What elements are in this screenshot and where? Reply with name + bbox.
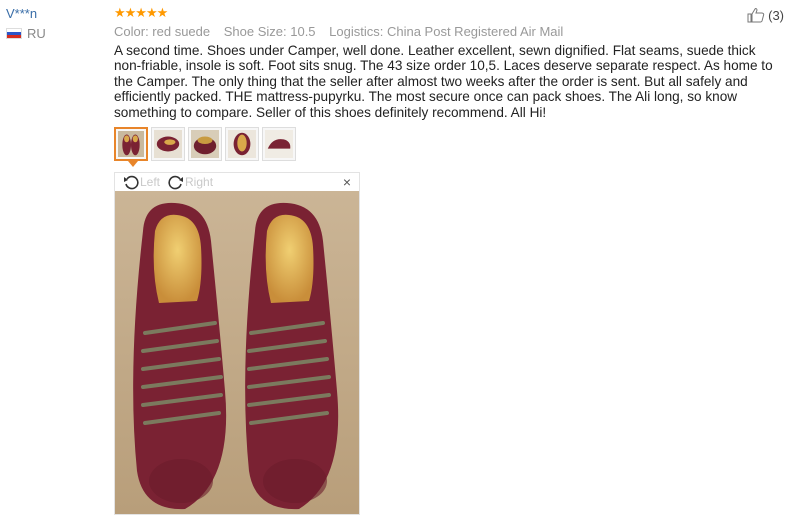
country-code: RU bbox=[27, 26, 46, 41]
shoe-thumbnail-image bbox=[191, 130, 219, 158]
star-rating: ★★★★★ bbox=[114, 5, 168, 20]
thumbnail-2[interactable] bbox=[151, 127, 185, 161]
likes-count: (3) bbox=[768, 7, 784, 23]
shoe-thumbnail-image bbox=[265, 130, 293, 158]
thumbnail-5[interactable] bbox=[262, 127, 296, 161]
viewer-toolbar: Left Right × bbox=[115, 173, 359, 190]
review-text: A second time. Shoes under Camper, well … bbox=[114, 43, 773, 120]
reviewer-country: RU bbox=[6, 26, 46, 41]
meta-logistics: Logistics: China Post Registered Air Mai… bbox=[329, 24, 564, 39]
thumbnail-1[interactable] bbox=[114, 127, 148, 167]
image-viewer: Left Right × bbox=[114, 172, 360, 515]
review-photo bbox=[115, 191, 359, 514]
rotate-left-icon bbox=[124, 175, 139, 189]
helpful-button[interactable]: (3) bbox=[747, 7, 784, 23]
reviewer-info: V***n RU bbox=[6, 6, 46, 41]
russia-flag-icon bbox=[6, 28, 22, 39]
rotate-left-button[interactable]: Left bbox=[123, 174, 160, 190]
rotate-left-label: Left bbox=[140, 174, 161, 189]
review-thumbnails bbox=[114, 127, 299, 167]
rotate-right-button[interactable]: Right bbox=[168, 174, 213, 190]
reviewer-name[interactable]: V***n bbox=[6, 6, 46, 21]
thumbnail-4[interactable] bbox=[225, 127, 259, 161]
review-block: ★★★★★ Color: red suede Shoe Size: 10.5 L… bbox=[114, 6, 780, 120]
review-meta: Color: red suede Shoe Size: 10.5 Logisti… bbox=[114, 24, 780, 39]
close-viewer-button[interactable]: × bbox=[343, 174, 351, 190]
shoe-thumbnail-image bbox=[154, 130, 182, 158]
rotate-right-label: Right bbox=[185, 174, 214, 189]
thumbs-up-icon bbox=[747, 8, 765, 23]
shoes-photo-image bbox=[115, 191, 359, 514]
rotate-right-icon bbox=[168, 175, 184, 189]
meta-size: Shoe Size: 10.5 bbox=[223, 24, 316, 39]
meta-color: Color: red suede bbox=[114, 24, 211, 39]
thumbnail-3[interactable] bbox=[188, 127, 222, 161]
shoe-thumbnail-image bbox=[228, 130, 256, 158]
shoe-thumbnail-image bbox=[118, 131, 144, 157]
